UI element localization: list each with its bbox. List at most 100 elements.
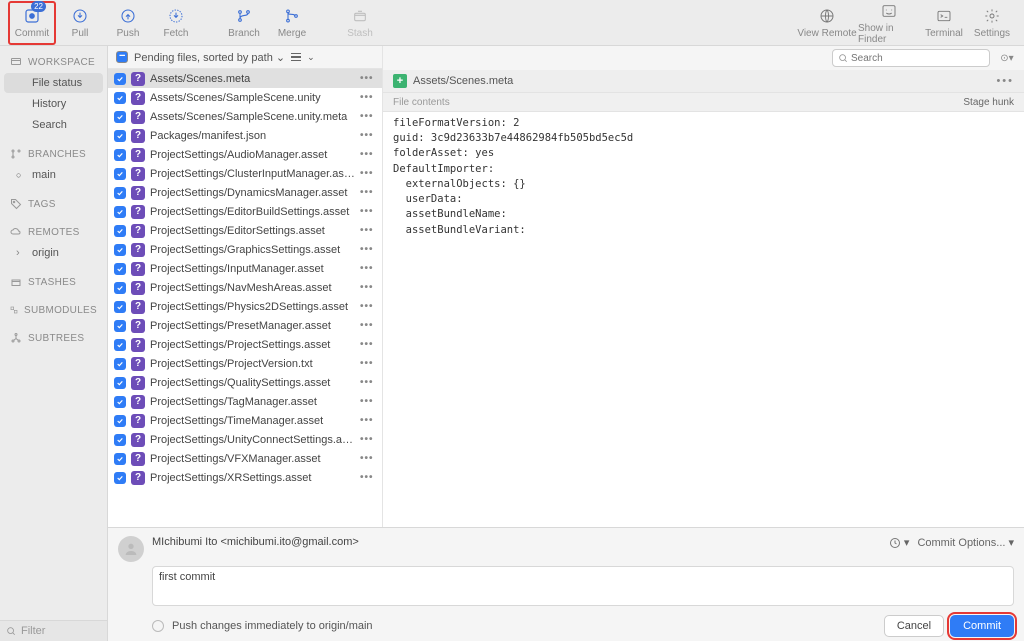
file-row[interactable]: ?ProjectSettings/QualitySettings.asset••… [108,373,382,392]
file-checkbox[interactable] [114,187,126,199]
file-checkbox[interactable] [114,453,126,465]
file-checkbox[interactable] [114,225,126,237]
settings-button[interactable]: Settings [968,1,1016,45]
view-options-icon[interactable] [291,53,301,62]
file-row[interactable]: ?ProjectSettings/DynamicsManager.asset••… [108,183,382,202]
sidebar-item-file-status[interactable]: File status [4,73,103,93]
push-button[interactable]: Push [104,1,152,45]
terminal-button[interactable]: Terminal [920,1,968,45]
file-row[interactable]: ?ProjectSettings/InputManager.asset••• [108,259,382,278]
file-row[interactable]: ?ProjectSettings/NavMeshAreas.asset••• [108,278,382,297]
file-row[interactable]: ?ProjectSettings/AudioManager.asset••• [108,145,382,164]
file-more-icon[interactable]: ••• [360,225,376,236]
file-more-icon[interactable]: ••• [360,301,376,312]
file-checkbox[interactable] [114,339,126,351]
file-more-icon[interactable]: ••• [360,339,376,350]
subtrees-header[interactable]: SUBTREES [0,328,107,348]
commit-options-dropdown[interactable]: Commit Options... ▾ [917,536,1014,549]
pull-button[interactable]: Pull [56,1,104,45]
file-row[interactable]: ?ProjectSettings/EditorBuildSettings.ass… [108,202,382,221]
file-row[interactable]: ?ProjectSettings/Physics2DSettings.asset… [108,297,382,316]
commit-toolbar-button[interactable]: 22 Commit [8,1,56,45]
sidebar-item-origin[interactable]: origin [4,243,103,263]
file-row[interactable]: ?Assets/Scenes.meta••• [108,69,382,88]
file-checkbox[interactable] [114,111,126,123]
submodules-header[interactable]: SUBMODULES [0,300,107,320]
recent-messages-button[interactable]: ▾ [889,536,910,549]
file-checkbox[interactable] [114,396,126,408]
file-more-icon[interactable]: ••• [360,415,376,426]
file-more-icon[interactable]: ••• [360,320,376,331]
file-more-icon[interactable]: ••• [360,358,376,369]
file-more-icon[interactable]: ••• [360,263,376,274]
search-options[interactable]: ⊙▾ [998,49,1016,67]
file-checkbox[interactable] [114,206,126,218]
file-row[interactable]: ?ProjectSettings/ProjectVersion.txt••• [108,354,382,373]
file-checkbox[interactable] [114,434,126,446]
file-row[interactable]: ?ProjectSettings/TagManager.asset••• [108,392,382,411]
sort-dropdown[interactable]: Pending files, sorted by path ⌄ [134,51,285,64]
file-more-icon[interactable]: ••• [360,244,376,255]
view-remote-button[interactable]: View Remote [796,1,858,45]
file-more-icon[interactable]: ••• [360,377,376,388]
push-immediately-checkbox[interactable] [152,620,164,632]
search-input[interactable] [832,49,990,67]
file-row[interactable]: ?Packages/manifest.json••• [108,126,382,145]
file-row[interactable]: ?ProjectSettings/PresetManager.asset••• [108,316,382,335]
file-checkbox[interactable] [114,73,126,85]
file-more-icon[interactable]: ••• [360,206,376,217]
diff-more-icon[interactable]: ••• [996,75,1014,87]
file-row[interactable]: ?ProjectSettings/ProjectSettings.asset••… [108,335,382,354]
file-row[interactable]: ?ProjectSettings/ClusterInputManager.ass… [108,164,382,183]
file-more-icon[interactable]: ••• [360,168,376,179]
file-more-icon[interactable]: ••• [360,130,376,141]
file-row[interactable]: ?ProjectSettings/XRSettings.asset••• [108,468,382,487]
file-checkbox[interactable] [114,168,126,180]
file-checkbox[interactable] [114,92,126,104]
cancel-button[interactable]: Cancel [884,615,944,637]
file-checkbox[interactable] [114,320,126,332]
file-more-icon[interactable]: ••• [360,73,376,84]
sidebar-item-main-branch[interactable]: main [4,165,103,185]
tags-header[interactable]: TAGS [0,194,107,214]
sidebar-filter[interactable]: Filter [0,620,107,641]
file-checkbox[interactable] [114,149,126,161]
file-row[interactable]: ?Assets/Scenes/SampleScene.unity••• [108,88,382,107]
file-row[interactable]: ?ProjectSettings/GraphicsSettings.asset•… [108,240,382,259]
file-more-icon[interactable]: ••• [360,187,376,198]
select-all-checkbox[interactable] [116,51,128,63]
show-in-finder-button[interactable]: Show in Finder [858,1,920,45]
branch-button[interactable]: Branch [220,1,268,45]
merge-button[interactable]: Merge [268,1,316,45]
file-row[interactable]: ?ProjectSettings/EditorSettings.asset••• [108,221,382,240]
file-more-icon[interactable]: ••• [360,111,376,122]
file-row[interactable]: ?ProjectSettings/TimeManager.asset••• [108,411,382,430]
file-checkbox[interactable] [114,377,126,389]
stage-hunk-button[interactable]: Stage hunk [963,97,1014,108]
file-more-icon[interactable]: ••• [360,282,376,293]
file-more-icon[interactable]: ••• [360,396,376,407]
file-checkbox[interactable] [114,301,126,313]
file-checkbox[interactable] [114,244,126,256]
file-more-icon[interactable]: ••• [360,472,376,483]
file-checkbox[interactable] [114,263,126,275]
file-more-icon[interactable]: ••• [360,434,376,445]
file-row[interactable]: ?ProjectSettings/UnityConnectSettings.as… [108,430,382,449]
file-row[interactable]: ?Assets/Scenes/SampleScene.unity.meta••• [108,107,382,126]
file-checkbox[interactable] [114,472,126,484]
file-more-icon[interactable]: ••• [360,453,376,464]
file-more-icon[interactable]: ••• [360,92,376,103]
file-checkbox[interactable] [114,130,126,142]
fetch-button[interactable]: Fetch [152,1,200,45]
commit-button[interactable]: Commit [950,615,1014,637]
commit-message-input[interactable] [152,566,1014,606]
stashes-header[interactable]: STASHES [0,272,107,292]
file-more-icon[interactable]: ••• [360,149,376,160]
file-checkbox[interactable] [114,282,126,294]
sidebar-item-history[interactable]: History [4,94,103,114]
file-checkbox[interactable] [114,358,126,370]
file-checkbox[interactable] [114,415,126,427]
sidebar-item-search[interactable]: Search [4,115,103,135]
file-row[interactable]: ?ProjectSettings/VFXManager.asset••• [108,449,382,468]
stash-button[interactable]: Stash [336,1,384,45]
